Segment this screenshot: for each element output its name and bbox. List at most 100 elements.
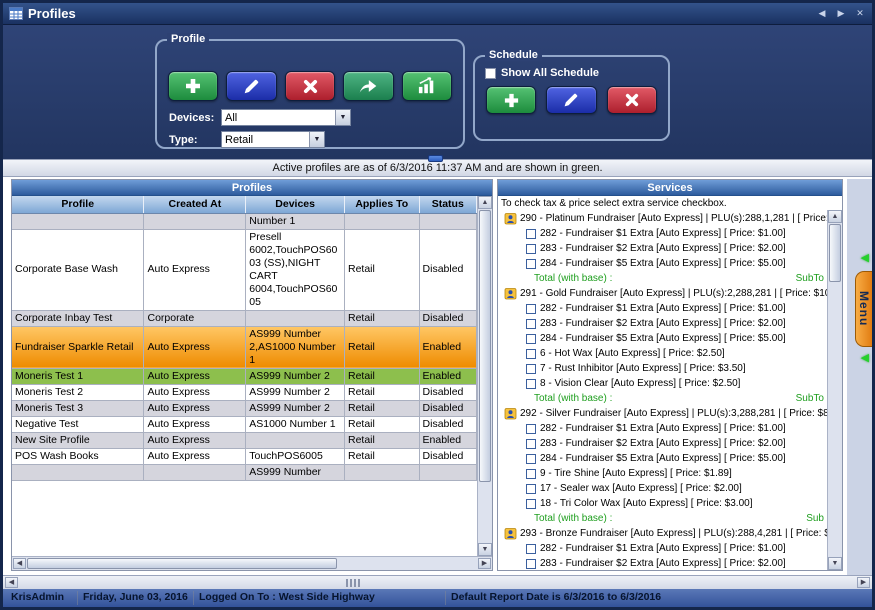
service-item[interactable]: 7 - Rust Inhibitor [Auto Express] [ Pric… — [526, 361, 827, 376]
services-vertical-scrollbar[interactable]: ▲ ▼ — [827, 210, 842, 570]
service-checkbox[interactable] — [526, 544, 536, 554]
column-header-devices[interactable]: Devices — [246, 196, 345, 213]
profile-report-button[interactable] — [402, 71, 452, 101]
profiles-horizontal-scrollbar[interactable]: ◀ ▶ — [12, 556, 492, 570]
profiles-vertical-scrollbar[interactable]: ▲ ▼ — [477, 196, 492, 556]
scroll-right-icon[interactable]: ▶ — [857, 577, 870, 588]
delete-schedule-button[interactable] — [607, 86, 657, 114]
type-dropdown[interactable]: Retail ▼ — [221, 131, 325, 148]
edit-schedule-button[interactable] — [546, 86, 596, 114]
service-item[interactable]: 284 - Fundraiser $5 Extra [Auto Express]… — [526, 256, 827, 271]
service-item[interactable]: 17 - Sealer wax [Auto Express] [ Price: … — [526, 481, 827, 496]
service-item-label: 282 - Fundraiser $1 Extra [Auto Express]… — [540, 301, 786, 316]
service-item-label: 282 - Fundraiser $1 Extra [Auto Express]… — [540, 421, 786, 436]
profile-row[interactable]: AS999 Number — [12, 464, 477, 480]
service-checkbox[interactable] — [526, 484, 536, 494]
scroll-up-icon[interactable]: ▲ — [828, 210, 842, 223]
service-checkbox[interactable] — [526, 439, 536, 449]
service-item[interactable]: 6 - Hot Wax [Auto Express] [ Price: $2.5… — [526, 346, 827, 361]
service-group[interactable]: 290 - Platinum Fundraiser [Auto Express]… — [504, 211, 827, 226]
service-item[interactable]: 282 - Fundraiser $1 Extra [Auto Express]… — [526, 541, 827, 556]
profile-row[interactable]: New Site ProfileAuto ExpressRetailEnable… — [12, 432, 477, 448]
profile-row[interactable]: Negative TestAuto ExpressAS1000 Number 1… — [12, 416, 477, 432]
service-item[interactable]: 284 - Fundraiser $5 Extra [Auto Express]… — [526, 451, 827, 466]
pencil-icon — [563, 92, 579, 108]
service-item-label: 18 - Tri Color Wax [Auto Express] [ Pric… — [540, 496, 753, 511]
service-group[interactable]: 291 - Gold Fundraiser [Auto Express] | P… — [504, 286, 827, 301]
statusbar-separator — [193, 591, 194, 605]
service-item[interactable]: 283 - Fundraiser $2 Extra [Auto Express]… — [526, 316, 827, 331]
profile-row[interactable]: Moneris Test 2Auto ExpressAS999 Number 2… — [12, 384, 477, 400]
menu-tab[interactable]: Menu — [855, 271, 872, 347]
service-item[interactable]: 18 - Tri Color Wax [Auto Express] [ Pric… — [526, 496, 827, 511]
service-checkbox[interactable] — [526, 379, 536, 389]
type-label: Type: — [169, 134, 221, 146]
scrollbar-thumb[interactable] — [829, 224, 841, 282]
service-checkbox[interactable] — [526, 424, 536, 434]
service-checkbox[interactable] — [526, 499, 536, 509]
service-checkbox[interactable] — [526, 229, 536, 239]
service-group-label: 293 - Bronze Fundraiser [Auto Express] |… — [520, 526, 827, 541]
service-item[interactable]: 283 - Fundraiser $2 Extra [Auto Express]… — [526, 241, 827, 256]
service-checkbox[interactable] — [526, 469, 536, 479]
service-item[interactable]: 283 - Fundraiser $2 Extra [Auto Express]… — [526, 436, 827, 451]
close-icon[interactable]: ✕ — [854, 8, 866, 19]
service-item[interactable]: 282 - Fundraiser $1 Extra [Auto Express]… — [526, 421, 827, 436]
splitter-grip[interactable] — [346, 579, 360, 587]
column-header-applies-to[interactable]: Applies To — [344, 196, 419, 213]
service-item[interactable]: 283 - Fundraiser $2 Extra [Auto Express]… — [526, 556, 827, 570]
scroll-up-icon[interactable]: ▲ — [478, 196, 492, 209]
column-header-created-at[interactable]: Created At — [144, 196, 246, 213]
delete-profile-button[interactable] — [285, 71, 335, 101]
profile-row[interactable]: Fundraiser Sparkle RetailAuto ExpressAS9… — [12, 326, 477, 368]
dock-back-icon[interactable]: ◀ — [816, 8, 828, 19]
column-header-profile[interactable]: Profile — [12, 196, 144, 213]
service-item[interactable]: 282 - Fundraiser $1 Extra [Auto Express]… — [526, 226, 827, 241]
profile-row[interactable]: POS Wash BooksAuto ExpressTouchPOS6005Re… — [12, 448, 477, 464]
service-checkbox[interactable] — [526, 304, 536, 314]
service-item[interactable]: 8 - Vision Clear [Auto Express] [ Price:… — [526, 376, 827, 391]
service-checkbox[interactable] — [526, 334, 536, 344]
bottom-scrollbar[interactable]: ◀ ▶ — [3, 575, 872, 589]
profile-row[interactable]: Corporate Base WashAuto ExpressPresell 6… — [12, 229, 477, 310]
dock-forward-icon[interactable]: ▶ — [835, 8, 847, 19]
service-checkbox[interactable] — [526, 319, 536, 329]
show-all-schedule-checkbox[interactable] — [485, 68, 496, 79]
edit-profile-button[interactable] — [226, 71, 276, 101]
cell-profile: Moneris Test 2 — [12, 384, 144, 400]
scrollbar-thumb[interactable] — [27, 558, 337, 569]
profile-row[interactable]: Moneris Test 1Auto ExpressAS999 Number 2… — [12, 368, 477, 384]
chevron-down-icon[interactable]: ▼ — [309, 132, 324, 147]
cell-profile: Corporate Base Wash — [12, 229, 144, 310]
column-header-status[interactable]: Status — [419, 196, 476, 213]
profile-row[interactable]: Corporate Inbay TestCorporateRetailDisab… — [12, 310, 477, 326]
service-checkbox[interactable] — [526, 349, 536, 359]
service-checkbox[interactable] — [526, 364, 536, 374]
service-checkbox[interactable] — [526, 559, 536, 569]
add-profile-button[interactable] — [168, 71, 218, 101]
slide-left-icon[interactable]: ◀ — [861, 351, 869, 364]
profile-row[interactable]: Number 1 — [12, 213, 477, 229]
service-checkbox[interactable] — [526, 244, 536, 254]
scroll-left-icon[interactable]: ◀ — [5, 577, 18, 588]
service-item[interactable]: 282 - Fundraiser $1 Extra [Auto Express]… — [526, 301, 827, 316]
service-item[interactable]: 284 - Fundraiser $5 Extra [Auto Express]… — [526, 331, 827, 346]
slide-left-icon[interactable]: ◀ — [861, 251, 869, 264]
profile-row[interactable]: Moneris Test 3Auto ExpressAS999 Number 2… — [12, 400, 477, 416]
splitter-handle[interactable] — [428, 155, 443, 162]
service-checkbox[interactable] — [526, 259, 536, 269]
scroll-left-icon[interactable]: ◀ — [13, 558, 26, 569]
scrollbar-thumb[interactable] — [479, 210, 491, 482]
service-item[interactable]: 9 - Tire Shine [Auto Express] [ Price: $… — [526, 466, 827, 481]
scroll-right-icon[interactable]: ▶ — [478, 558, 491, 569]
publish-profile-button[interactable] — [343, 71, 393, 101]
add-schedule-button[interactable] — [486, 86, 536, 114]
service-group[interactable]: 293 - Bronze Fundraiser [Auto Express] |… — [504, 526, 827, 541]
chevron-down-icon[interactable]: ▼ — [335, 110, 350, 125]
scroll-down-icon[interactable]: ▼ — [828, 557, 842, 570]
service-group[interactable]: 292 - Silver Fundraiser [Auto Express] |… — [504, 406, 827, 421]
cell-devices: AS999 Number 2 — [246, 400, 345, 416]
scroll-down-icon[interactable]: ▼ — [478, 543, 492, 556]
service-checkbox[interactable] — [526, 454, 536, 464]
devices-dropdown[interactable]: All ▼ — [221, 109, 351, 126]
